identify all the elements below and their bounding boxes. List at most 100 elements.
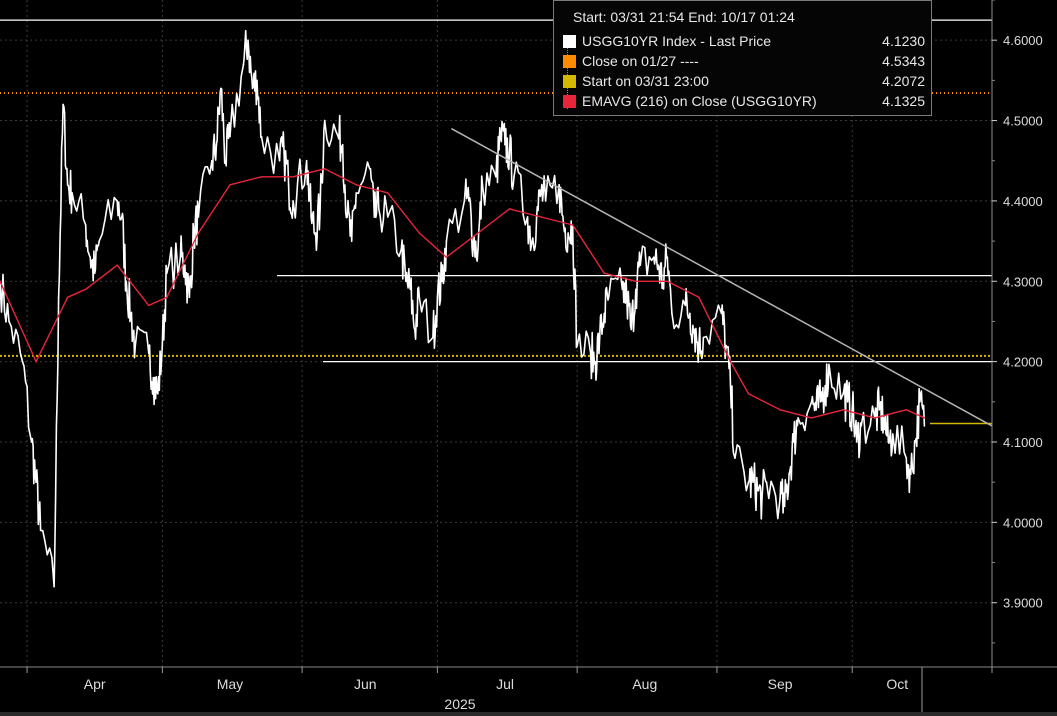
data-point	[756, 489, 759, 492]
legend-label: Close on 01/27 ----	[582, 53, 699, 69]
data-point	[860, 425, 863, 427]
x-month-label: Apr	[84, 676, 106, 692]
data-point	[157, 392, 159, 395]
x-month-label: Jun	[354, 676, 377, 692]
data-point	[725, 344, 727, 347]
data-point	[30, 441, 33, 443]
data-point	[256, 79, 258, 82]
data-point	[526, 216, 529, 218]
data-point	[66, 296, 69, 299]
x-month-label: Oct	[886, 676, 908, 692]
data-point	[283, 151, 285, 154]
y-tick-label: 4.1000	[1003, 435, 1043, 450]
y-tick-label: 4.0000	[1003, 515, 1043, 530]
legend-label: EMAVG (216) on Close (USGG10YR)	[582, 93, 817, 109]
y-tick-label: 3.9000	[1003, 596, 1043, 611]
data-point	[540, 192, 542, 194]
data-point	[278, 159, 281, 162]
data-point	[98, 240, 100, 242]
data-point	[292, 200, 294, 202]
data-point	[197, 216, 200, 218]
data-point	[463, 200, 466, 202]
data-point	[319, 208, 321, 210]
data-point	[842, 392, 844, 395]
data-point	[905, 457, 908, 459]
data-point	[71, 192, 73, 194]
x-month-label: Aug	[632, 676, 657, 692]
data-point	[188, 296, 191, 299]
data-point	[62, 103, 64, 106]
data-point	[783, 505, 786, 508]
data-point	[779, 409, 781, 411]
data-point	[305, 159, 308, 162]
data-point	[653, 256, 655, 258]
legend-value: 4.1325	[882, 93, 925, 109]
legend-swatch-close	[563, 54, 576, 68]
data-point	[66, 184, 69, 186]
data-point	[693, 328, 696, 331]
data-point	[481, 184, 484, 186]
trendline-segment	[451, 127, 993, 427]
data-point	[729, 384, 732, 387]
data-point	[57, 296, 60, 299]
data-point	[747, 481, 750, 483]
data-point	[905, 409, 908, 411]
legend-label: USGG10YR Index - Last Price	[582, 33, 772, 49]
data-point	[323, 119, 326, 122]
data-point	[211, 159, 213, 162]
data-point	[251, 87, 254, 90]
data-point	[689, 312, 691, 315]
legend-swatch-last-price	[563, 34, 576, 48]
legend-swatch-emavg	[563, 94, 576, 108]
data-point	[242, 63, 245, 66]
data-point	[337, 135, 339, 138]
data-point	[39, 529, 42, 532]
data-point	[603, 312, 606, 315]
data-point	[815, 409, 817, 411]
data-point	[229, 135, 231, 138]
legend-entry-last-price[interactable]: USGG10YR Index - Last Price 4.1230	[563, 32, 925, 50]
data-point	[148, 304, 150, 307]
data-point	[558, 184, 560, 186]
data-point	[720, 312, 723, 315]
y-axis: 4.6000 4.5000 4.4000 4.3000 4.2000 4.1000 4.00…	[991, 0, 1043, 667]
data-point	[873, 417, 876, 419]
data-point	[761, 497, 763, 500]
y-tick-label: 4.4000	[1003, 194, 1043, 209]
chart-legend: Start: 03/31 21:54 End: 10/17 01:24 USGG…	[553, 0, 932, 116]
data-point	[89, 256, 91, 258]
data-point	[53, 585, 55, 588]
y-tick-label: 4.2000	[1003, 355, 1043, 370]
data-point	[607, 296, 610, 299]
data-point	[21, 360, 24, 363]
x-axis: Apr May Jun Jul Aug Sep Oct 2025	[0, 666, 1057, 716]
data-point	[639, 264, 642, 266]
data-point	[129, 312, 132, 315]
data-point	[499, 135, 502, 138]
data-point	[193, 232, 195, 234]
data-point	[752, 481, 754, 483]
data-point	[576, 344, 578, 347]
data-point	[855, 441, 858, 443]
data-point	[125, 280, 128, 283]
data-point	[625, 296, 628, 299]
data-point	[166, 272, 168, 275]
series-ema-216	[0, 167, 926, 419]
data-point	[409, 288, 412, 291]
legend-entry-close[interactable]: Close on 01/27 ---- 4.5343	[563, 52, 925, 70]
x-month-label: May	[217, 676, 243, 692]
data-point	[224, 159, 227, 162]
data-point	[797, 417, 799, 419]
data-point	[197, 232, 200, 234]
data-point	[828, 368, 831, 371]
data-point	[436, 296, 439, 299]
data-point	[414, 328, 416, 331]
legend-entry-start[interactable]: Start on 03/31 23:00 4.2072	[563, 72, 925, 90]
data-point	[468, 200, 470, 202]
data-point	[603, 272, 606, 275]
legend-entry-emavg[interactable]: EMAVG (216) on Close (USGG10YR) 4.1325	[563, 92, 925, 110]
data-point	[323, 167, 326, 170]
data-point	[310, 216, 312, 218]
data-point	[923, 425, 926, 427]
data-point	[166, 296, 168, 299]
